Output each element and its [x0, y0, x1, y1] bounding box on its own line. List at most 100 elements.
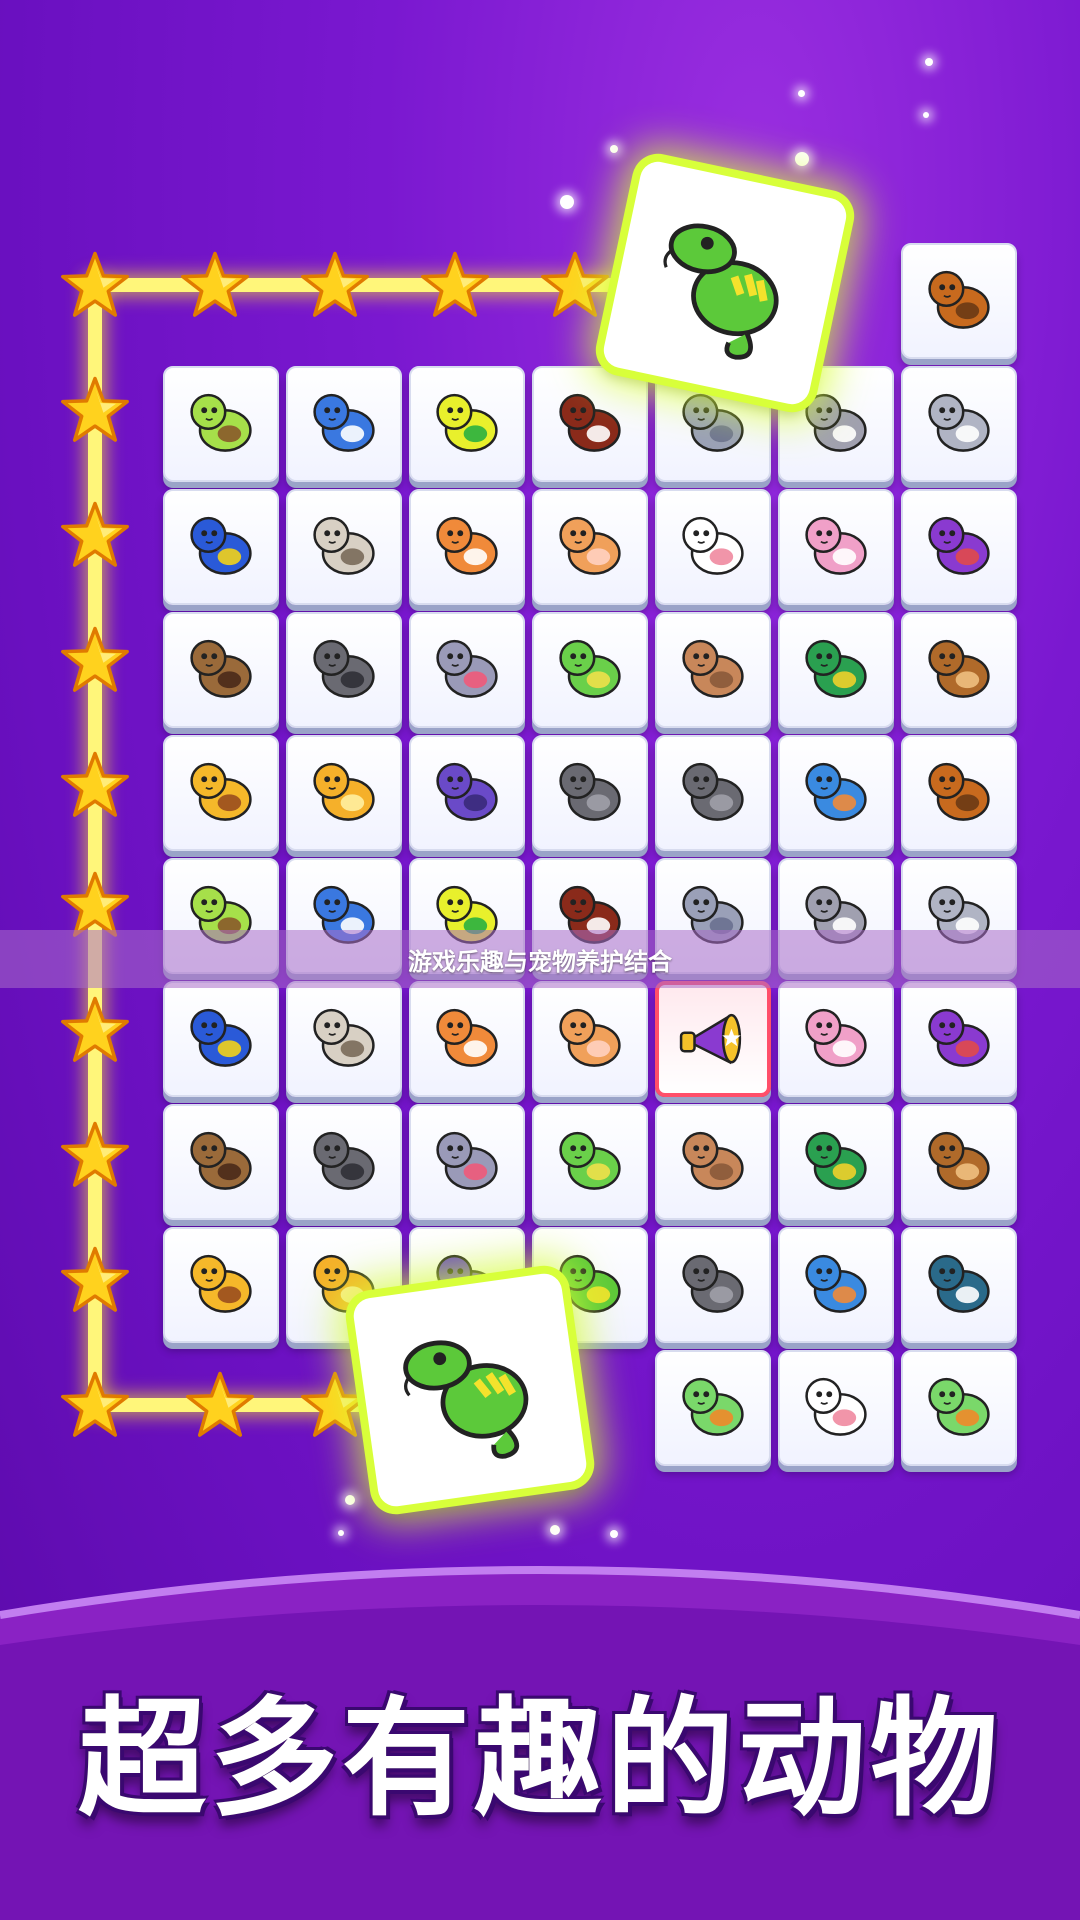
tile-rabbit[interactable] — [409, 612, 525, 728]
beetle-icon — [179, 626, 263, 714]
tile-dino[interactable] — [778, 1227, 894, 1343]
tile-tortoise[interactable] — [163, 735, 279, 851]
squid-icon — [794, 995, 878, 1083]
ant-icon — [671, 1241, 755, 1329]
tile-fox[interactable] — [409, 489, 525, 605]
caption-banner: 游戏乐趣与宠物养护结合 — [0, 930, 1080, 988]
tile-butterfly[interactable] — [163, 489, 279, 605]
star-icon — [60, 1370, 130, 1440]
tile-yak[interactable] — [901, 243, 1017, 359]
tile-bear[interactable] — [901, 612, 1017, 728]
star-icon — [420, 250, 490, 320]
butterfly-icon — [179, 995, 263, 1083]
tile-worm[interactable] — [901, 366, 1017, 482]
beetle-icon — [179, 1118, 263, 1206]
tortoise-icon — [179, 1241, 263, 1329]
tile-ant[interactable] — [655, 735, 771, 851]
tile-beetle[interactable] — [163, 612, 279, 728]
star-icon — [300, 250, 370, 320]
eagle-icon — [548, 380, 632, 468]
star-icon — [60, 625, 130, 695]
tile-dog-white[interactable] — [778, 1350, 894, 1466]
bat-icon — [425, 749, 509, 837]
tile-dino[interactable] — [778, 735, 894, 851]
tile-eagle[interactable] — [532, 366, 648, 482]
star-icon — [60, 995, 130, 1065]
selected-tile-bottom[interactable] — [351, 1271, 589, 1509]
tile-cat[interactable] — [286, 489, 402, 605]
tile-rabbit[interactable] — [409, 1104, 525, 1220]
puppy-icon — [671, 1118, 755, 1206]
ant-icon — [548, 749, 632, 837]
butterfly-icon — [179, 503, 263, 591]
dino-icon — [794, 1241, 878, 1329]
tile-bear[interactable] — [901, 1104, 1017, 1220]
rabbit-icon — [425, 626, 509, 714]
tile-frog[interactable] — [655, 1350, 771, 1466]
tile-puppy[interactable] — [655, 612, 771, 728]
hamster-icon — [548, 995, 632, 1083]
chameleon-icon — [403, 1340, 529, 1459]
tile-turtle[interactable] — [163, 366, 279, 482]
star-icon — [60, 1120, 130, 1190]
tile-scorpion[interactable] — [901, 981, 1017, 1097]
tile-magpie[interactable] — [901, 1227, 1017, 1343]
tile-beetle[interactable] — [163, 1104, 279, 1220]
tile-fish[interactable] — [409, 366, 525, 482]
tile-dog-white[interactable] — [655, 489, 771, 605]
hamster-icon — [548, 503, 632, 591]
tile-snake[interactable] — [286, 735, 402, 851]
tile-megaphone[interactable] — [655, 981, 771, 1097]
megaphone-icon — [671, 995, 755, 1083]
tile-cat[interactable] — [286, 981, 402, 1097]
ant-icon — [671, 749, 755, 837]
caption-text: 游戏乐趣与宠物养护结合 — [408, 947, 672, 976]
tile-puppy[interactable] — [655, 1104, 771, 1220]
tile-ant[interactable] — [532, 735, 648, 851]
tile-frog[interactable] — [901, 1350, 1017, 1466]
dog-white-icon — [794, 1364, 878, 1452]
tile-hamster[interactable] — [532, 489, 648, 605]
snake-icon — [302, 749, 386, 837]
spider-icon — [302, 1118, 386, 1206]
tile-parrot[interactable] — [778, 612, 894, 728]
star-icon — [60, 500, 130, 570]
tile-caterpillar[interactable] — [532, 612, 648, 728]
tile-ant[interactable] — [655, 1227, 771, 1343]
main-title: 超多有趣的动物 — [77, 1685, 1002, 1834]
tile-yak[interactable] — [901, 735, 1017, 851]
star-icon — [300, 1370, 370, 1440]
tile-spider[interactable] — [286, 1104, 402, 1220]
bear-icon — [917, 1118, 1001, 1206]
tile-squid[interactable] — [778, 489, 894, 605]
tile-bat[interactable] — [409, 735, 525, 851]
tile-caterpillar[interactable] — [532, 1104, 648, 1220]
squid-icon — [794, 503, 878, 591]
yak-icon — [917, 257, 1001, 345]
star-icon — [60, 250, 130, 320]
tile-spider[interactable] — [286, 612, 402, 728]
spider-icon — [302, 626, 386, 714]
tile-scorpion[interactable] — [901, 489, 1017, 605]
fox-icon — [425, 503, 509, 591]
cat-icon — [302, 503, 386, 591]
star-icon — [60, 375, 130, 445]
tile-hamster[interactable] — [532, 981, 648, 1097]
tile-tortoise[interactable] — [163, 1227, 279, 1343]
scorpion-icon — [917, 995, 1001, 1083]
tile-squid[interactable] — [778, 981, 894, 1097]
selected-tile-top[interactable] — [600, 158, 850, 408]
parrot-icon — [794, 1118, 878, 1206]
caterpillar-icon — [548, 626, 632, 714]
worm-icon — [917, 380, 1001, 468]
tile-butterfly[interactable] — [163, 981, 279, 1097]
frog-icon — [671, 1364, 755, 1452]
magpie-icon — [917, 1241, 1001, 1329]
yak-icon — [917, 749, 1001, 837]
cat-icon — [302, 995, 386, 1083]
scorpion-icon — [917, 503, 1001, 591]
tile-fox[interactable] — [409, 981, 525, 1097]
tile-bluebird[interactable] — [286, 366, 402, 482]
caterpillar-icon — [548, 1118, 632, 1206]
tile-parrot[interactable] — [778, 1104, 894, 1220]
